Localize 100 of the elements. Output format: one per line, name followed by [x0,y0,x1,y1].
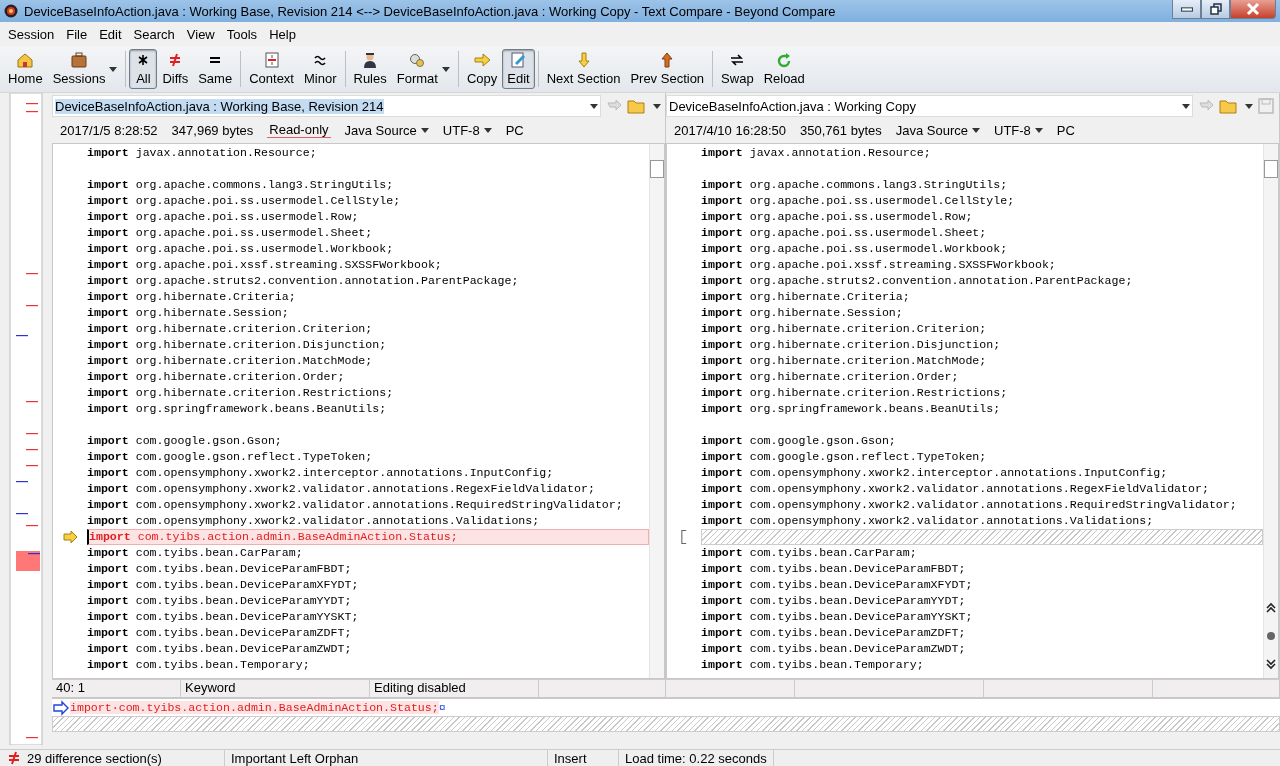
vertical-scrollbar[interactable] [649,144,664,678]
code-line: import com.tyibs.bean.DeviceParamFBDT; [87,561,353,577]
encoding-dropdown[interactable]: UTF-8 [442,122,492,138]
code-line: import org.apache.poi.ss.usermodel.Sheet; [701,225,988,241]
menu-item[interactable]: Tools [220,26,264,42]
code-line: import com.tyibs.bean.DeviceParamZWDT; [87,641,353,657]
status-field: 40: 1 [52,680,181,698]
code-line: import com.tyibs.bean.CarParam; [87,545,304,561]
code-line: import com.tyibs.bean.DeviceParamFBDT; [701,561,967,577]
line-ending-label: PC [1056,122,1075,138]
toolbar-button[interactable]: Rules [348,49,392,89]
minimize-icon [1180,6,1193,12]
difference-count: 29 difference section(s) [27,750,162,766]
code-line: import com.tyibs.bean.DeviceParamYYDT; [87,593,353,609]
code-line: import com.opensymphony.xwork2.validator.annotations.RegexFieldValidator; [87,481,596,497]
code-line: import com.google.gson.reflect.TypeToken; [87,449,374,465]
code-line: import org.apache.commons.lang3.StringUtils; [701,177,1009,193]
context-icon [262,52,281,68]
load-time: Load time: 0.22 seconds [619,750,774,766]
toolbar-button[interactable]: Minor [299,49,342,89]
toolbar-button[interactable]: Diffs [157,49,194,89]
code-line: import org.apache.struts2.convention.annotation.ParentPackage; [87,273,520,289]
toolbar-button[interactable]: Next Section [541,49,626,89]
caret-icon[interactable] [653,103,661,109]
code-line: import com.tyibs.bean.DeviceParamZDFT; [87,625,353,641]
folder-icon[interactable] [627,98,645,114]
code-line: import com.opensymphony.xwork2.validator.annotations.Validations; [701,513,1155,529]
code-line: import org.apache.poi.ss.usermodel.Row; [87,209,360,225]
format-dropdown[interactable]: Java Source [344,122,429,138]
toolbar-button[interactable]: All [129,49,158,89]
code-line: import com.google.gson.Gson; [87,433,283,449]
code-line: import org.hibernate.criterion.Order; [87,369,346,385]
code-line: import org.apache.struts2.convention.annotation.ParentPackage; [701,273,1134,289]
code-line: import com.opensymphony.xwork2.validator.annotations.Validations; [87,513,541,529]
status-field: Keyword [181,680,370,698]
caret-icon[interactable] [1245,103,1253,109]
code-line: import org.hibernate.criterion.Restrictions; [87,385,395,401]
menu-item[interactable]: Session [2,26,61,42]
file-size: 350,761 bytes [800,122,882,138]
section-type: Important Left Orphan [225,750,548,766]
code-line: import com.tyibs.bean.DeviceParamYYSKT; [701,609,974,625]
menu-item[interactable]: Edit [93,26,128,42]
code-line: import com.google.gson.reflect.TypeToken; [701,449,988,465]
code-line: import org.hibernate.Session; [87,305,290,321]
code-line: import org.hibernate.criterion.Criterion; [87,321,374,337]
code-line: import org.apache.poi.ss.usermodel.CellStyle; [87,193,402,209]
close-button[interactable] [1230,0,1276,19]
toolbar-button[interactable]: Reload [758,49,810,89]
bracket-icon [681,530,687,544]
toolbar-button[interactable]: Edit [502,49,535,89]
menu-item[interactable]: File [60,26,94,42]
file-date: 2017/1/5 8:28:52 [60,122,158,138]
code-line: import javax.annotation.Resource; [87,145,318,161]
edit-mode: Insert [548,750,619,766]
code-line: import org.hibernate.Criteria; [87,289,297,305]
arrow-right-icon [61,529,79,545]
code-line: import org.springframework.beans.BeanUtils; [87,401,388,417]
vertical-scrollbar[interactable] [1263,144,1278,678]
folder-icon[interactable] [1219,98,1237,114]
app-icon [4,4,18,18]
scrollbar-thumb[interactable] [1264,160,1278,178]
menu-item[interactable]: View [180,26,221,42]
toolbar-button[interactable]: Sessions [47,49,123,89]
toolbar-button[interactable]: Home [3,49,48,89]
path-field[interactable]: DeviceBaseInfoAction.java : Working Base, Revision 214 [52,95,601,117]
caret-icon [590,103,598,109]
code-line: import org.apache.poi.xssf.streaming.SXSSFWorkbook; [87,257,443,273]
code-line: import javax.annotation.Resource; [701,145,932,161]
code-line: import org.hibernate.criterion.MatchMode; [87,353,374,369]
code-line: import com.opensymphony.xwork2.interceptor.annotations.InputConfig; [701,465,1169,481]
code-line: import org.springframework.beans.BeanUtils; [701,401,1002,417]
toolbar-button[interactable]: Copy [461,49,503,89]
arrow-right-icon [473,52,492,68]
toolbar-button[interactable]: Format [391,49,455,89]
encoding-dropdown[interactable]: UTF-8 [994,122,1043,138]
path-field[interactable]: DeviceBaseInfoAction.java : Working Copy [666,95,1193,117]
format-dropdown[interactable]: Java Source [895,122,980,138]
toolbar-button[interactable]: Same [193,49,238,89]
caret-icon [1182,103,1190,109]
toolbar-button[interactable]: Swap [716,49,759,89]
briefcase-icon [70,52,89,68]
code-line: import com.opensymphony.xwork2.validator.annotations.RequiredStringValidator; [701,497,1238,513]
code-line: import org.hibernate.criterion.Order; [701,369,960,385]
caret-icon [1034,127,1043,133]
code-line: import org.hibernate.criterion.Restrictions; [701,385,1009,401]
menu-item[interactable]: Search [127,26,181,42]
file-date: 2017/4/10 16:28:50 [674,122,787,138]
code-line: import com.tyibs.bean.DeviceParamXFYDT; [87,577,360,593]
menu-item[interactable]: Help [263,26,302,42]
code-line: import org.hibernate.criterion.Disjunction; [87,337,388,353]
code-line: import org.apache.poi.ss.usermodel.CellStyle; [701,193,1016,209]
code-line: import org.hibernate.criterion.Criterion; [701,321,988,337]
minimize-button[interactable] [1172,0,1201,19]
scrollbar-thumb[interactable] [650,160,664,178]
toolbar-button[interactable]: Prev Section [625,49,710,89]
toolbar-button[interactable]: Context [244,49,299,89]
code-line: import com.tyibs.bean.DeviceParamXFYDT; [701,577,974,593]
restore-button[interactable] [1201,0,1230,19]
caret-icon [441,66,450,72]
code-line: import org.hibernate.criterion.Disjunction; [701,337,1002,353]
